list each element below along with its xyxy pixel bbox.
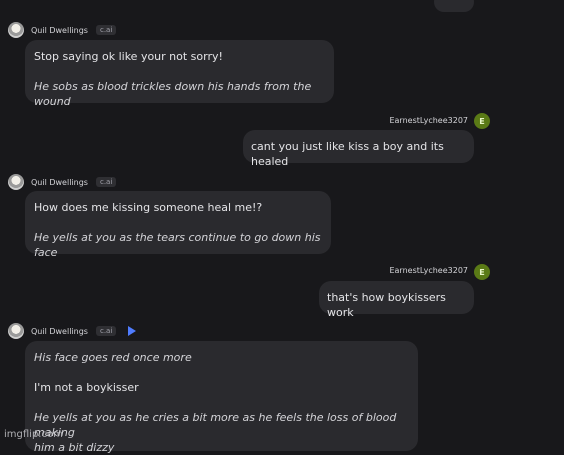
user-message-bubble: that's how boykissers work [319, 281, 474, 319]
bot-tag: c.ai [95, 25, 117, 35]
message-action: He yells at you as he cries a bit more a… [34, 411, 397, 439]
bot-tag: c.ai [95, 177, 117, 187]
user-name: EarnestLychee3207 [389, 115, 468, 125]
message-speech: How does me kissing someone heal me!? [34, 201, 263, 214]
bot-tag: c.ai [95, 326, 117, 336]
message-text: that's how boykissers work [327, 291, 446, 319]
bot-message-bubble: His face goes red once more I'm not a bo… [25, 341, 418, 454]
message-text: cant you just like kiss a boy and its he… [251, 140, 444, 168]
avatar[interactable]: E [474, 113, 490, 129]
user-message-header: EarnestLychee3207 [389, 111, 468, 129]
user-message-bubble-partial [434, 0, 474, 12]
bot-message-header: Quil Dwellings c.ai [8, 322, 137, 340]
bot-message-header: Quil Dwellings c.ai [8, 21, 117, 39]
play-icon[interactable] [128, 326, 137, 336]
bot-name: Quil Dwellings [31, 177, 88, 187]
user-name: EarnestLychee3207 [389, 265, 468, 275]
bot-name: Quil Dwellings [31, 25, 88, 35]
message-action: He yells at you as the tears continue to… [34, 231, 321, 259]
bot-message-bubble: Stop saying ok like your not sorry! He s… [25, 40, 334, 108]
bot-message-header: Quil Dwellings c.ai [8, 173, 117, 191]
watermark: imgflip.com [4, 429, 63, 440]
user-message-bubble: cant you just like kiss a boy and its he… [243, 130, 474, 168]
bot-message-bubble: How does me kissing someone heal me!? He… [25, 191, 331, 259]
user-message-header: EarnestLychee3207 [389, 261, 468, 279]
message-action: His face goes red once more [34, 351, 192, 364]
avatar[interactable] [8, 174, 24, 190]
message-speech: I'm not a boykisser [34, 381, 139, 394]
message-speech: Stop saying ok like your not sorry! [34, 50, 223, 63]
message-action: He sobs as blood trickles down his hands… [34, 80, 312, 108]
bot-name: Quil Dwellings [31, 326, 88, 336]
avatar[interactable] [8, 22, 24, 38]
avatar[interactable]: E [474, 264, 490, 280]
message-action: him a bit dizzy [34, 441, 115, 454]
avatar[interactable] [8, 323, 24, 339]
